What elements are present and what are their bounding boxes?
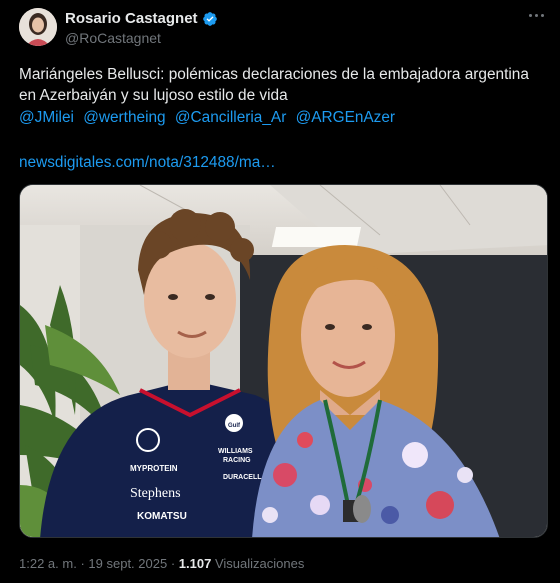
tweet-photo[interactable]: MYPROTEIN Stephens KOMATSU WILLIAMS RACI… [19,184,548,538]
meta-separator: · [170,556,176,571]
author-name-row[interactable]: Rosario Castagnet [65,10,218,27]
author-display-name[interactable]: Rosario Castagnet [65,10,198,27]
avatar-image [19,8,57,46]
tweet-time[interactable]: 1:22 a. m. [19,556,77,571]
mention-link[interactable]: @JMilei [19,109,74,126]
mention-link[interactable]: @ARGEnAzer [296,109,395,126]
more-options-icon[interactable] [529,14,544,17]
author-avatar[interactable] [19,8,57,46]
svg-text:MYPROTEIN: MYPROTEIN [130,464,178,473]
photo-image: MYPROTEIN Stephens KOMATSU WILLIAMS RACI… [20,185,547,537]
views-label: Visualizaciones [214,556,305,571]
mention-link[interactable]: @Cancilleria_Ar [175,109,286,126]
mention-link[interactable]: @wertheing [83,109,165,126]
svg-text:WILLIAMS: WILLIAMS [218,448,253,455]
author-handle[interactable]: @RoCastagnet [65,30,161,46]
svg-text:Gulf: Gulf [228,423,241,429]
tweet-meta: 1:22 a. m. · 19 sept. 2025 · 1.107 Visua… [19,556,304,571]
svg-text:KOMATSU: KOMATSU [137,511,187,522]
verified-badge-icon [202,11,217,26]
tweet-mentions: @JMilei @wertheing @Cancilleria_Ar @ARGE… [19,107,400,128]
svg-text:RACING: RACING [223,457,251,464]
tweet-text: Mariángeles Bellusci: polémicas declarac… [19,66,529,104]
svg-text:Stephens: Stephens [130,486,181,501]
tweet-date[interactable]: 19 sept. 2025 [88,556,167,571]
meta-separator: · [80,556,85,571]
views-count: 1.107 [178,556,212,571]
article-link[interactable]: newsdigitales.com/nota/312488/ma… [19,152,276,173]
svg-text:DURACELL: DURACELL [223,474,262,481]
